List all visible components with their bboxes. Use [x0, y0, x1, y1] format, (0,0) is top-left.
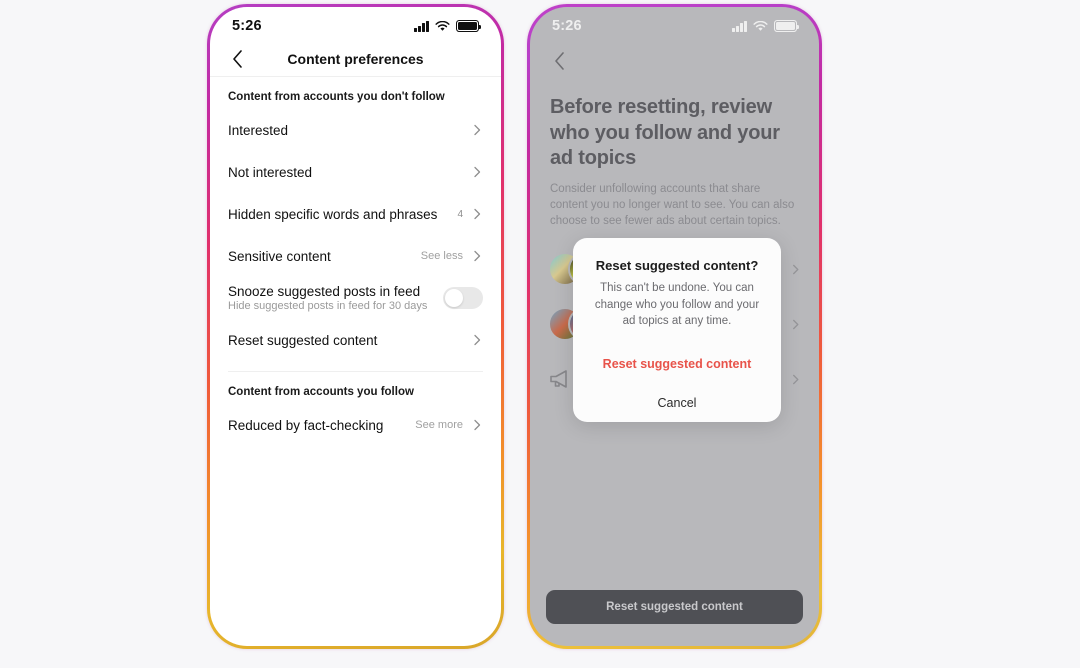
row-text: Reduced by fact-checking: [228, 418, 383, 433]
wifi-icon: [435, 20, 450, 32]
row-right: See more: [415, 419, 483, 431]
cellular-signal-icon: [414, 20, 429, 32]
dialog-title: Reset suggested content?: [595, 258, 759, 273]
chevron-right-icon: [474, 124, 481, 136]
row-right: [471, 124, 483, 136]
dialog-message: This can't be undone. You can change who…: [594, 282, 760, 328]
row-right: [443, 287, 483, 309]
section-header: Content from accounts you don't follow: [228, 91, 445, 103]
chevron-right-icon: [474, 419, 481, 431]
back-button[interactable]: [226, 48, 248, 70]
nav-bar-left: Content preferences: [210, 41, 501, 77]
row-text: Interested: [228, 123, 288, 138]
page-title: Content preferences: [287, 50, 424, 67]
row-text: Snooze suggested posts in feed Hide sugg…: [228, 284, 427, 312]
phone-mockup-left: 5:26 Content preferences Content from ac…: [207, 4, 504, 649]
list-item-subtitle: Hide suggested posts in feed for 30 days: [228, 300, 428, 312]
list-item-interested[interactable]: Interested: [210, 109, 501, 151]
row-text: Not interested: [228, 165, 312, 180]
list-item-label: Hidden specific words and phrases: [228, 206, 438, 222]
list-item-label: Not interested: [228, 164, 313, 180]
section-you-follow: Content from accounts you follow Reduced…: [210, 372, 501, 446]
list-item-value: See less: [420, 250, 463, 262]
list-item-snooze-suggested-posts[interactable]: Snooze suggested posts in feed Hide sugg…: [210, 277, 501, 319]
row-text: Reset suggested content: [228, 333, 377, 348]
row-right: [471, 334, 483, 346]
row-text: Hidden specific words and phrases: [228, 207, 437, 222]
phone-screen-left: 5:26 Content preferences Content from ac…: [210, 7, 501, 646]
list-item-label: Reset suggested content: [228, 332, 378, 348]
chevron-right-icon: [474, 166, 481, 178]
battery-full-icon: [456, 20, 482, 32]
list-item-value: See more: [415, 419, 463, 431]
status-icons: [414, 20, 482, 32]
list-item-label: Snooze suggested posts in feed: [228, 284, 421, 299]
list-item-reduced-by-fact-checking[interactable]: Reduced by fact-checking See more: [210, 404, 501, 446]
list-item-label: Reduced by fact-checking: [228, 417, 384, 433]
chevron-right-icon: [474, 250, 481, 262]
list-item-reset-suggested-content[interactable]: Reset suggested content: [210, 319, 501, 361]
dialog-cancel-button[interactable]: Cancel: [573, 383, 781, 422]
row-right: 4: [457, 208, 483, 220]
list-item-not-interested[interactable]: Not interested: [210, 151, 501, 193]
status-time: 5:26: [232, 18, 262, 34]
list-item-label: Sensitive content: [228, 248, 331, 264]
section-dont-follow: Content from accounts you don't follow I…: [210, 77, 501, 361]
list-item-label: Interested: [228, 122, 289, 138]
reset-confirmation-dialog: Reset suggested content? This can't be u…: [573, 238, 781, 423]
row-right: [471, 166, 483, 178]
snooze-toggle[interactable]: [443, 287, 483, 309]
section-header: Content from accounts you follow: [228, 386, 414, 398]
dialog-body: Reset suggested content? This can't be u…: [573, 238, 781, 344]
phone-mockup-right: 5:26 Before resetting, review who you fo…: [527, 4, 822, 649]
screenshot-canvas: 5:26 Content preferences Content from ac…: [0, 0, 1080, 668]
list-item-hidden-words[interactable]: Hidden specific words and phrases 4: [210, 193, 501, 235]
list-item-sensitive-content[interactable]: Sensitive content See less: [210, 235, 501, 277]
phone-screen-right: 5:26 Before resetting, review who you fo…: [530, 7, 819, 646]
row-text: Sensitive content: [228, 249, 331, 264]
badge-count: 4: [457, 208, 463, 220]
status-bar-left: 5:26: [210, 7, 501, 41]
row-right: See less: [421, 250, 483, 262]
toggle-knob: [445, 289, 463, 307]
dialog-confirm-button[interactable]: Reset suggested content: [573, 344, 781, 383]
chevron-right-icon: [474, 334, 481, 346]
chevron-right-icon: [474, 208, 481, 220]
